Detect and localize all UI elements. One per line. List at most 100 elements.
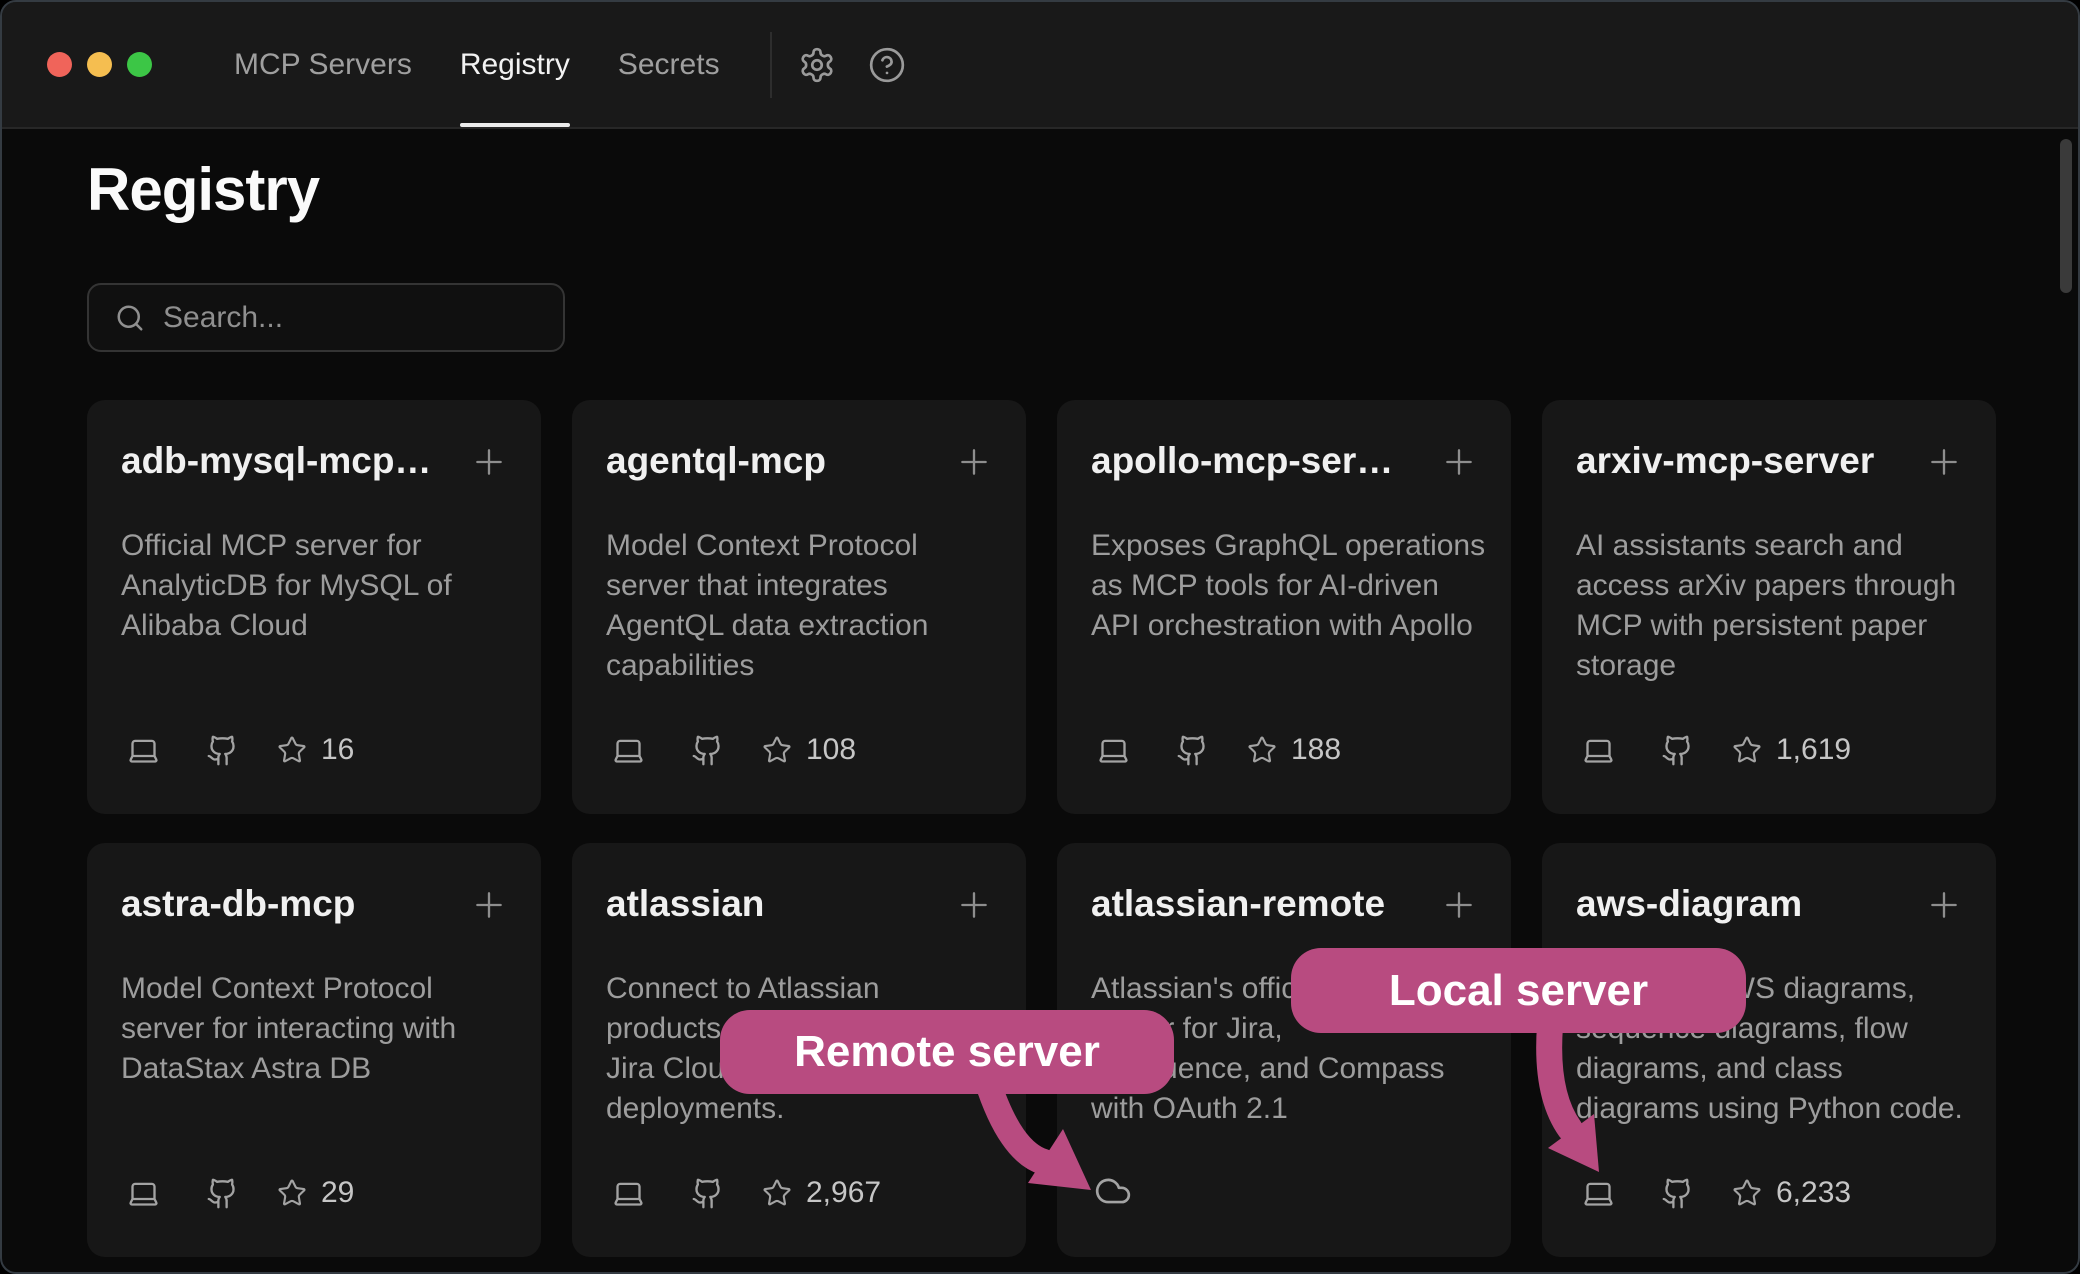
card-footer: 188 — [1097, 730, 1341, 770]
description-line: DataStax Astra DB — [121, 1049, 517, 1089]
description-line: access arXiv papers through — [1576, 566, 1972, 606]
add-server-button[interactable] — [469, 442, 509, 482]
description-line: Connect to Atlassian — [606, 969, 1002, 1009]
plus-icon — [1439, 885, 1479, 925]
description-line: capabilities — [606, 646, 1002, 686]
laptop-icon — [612, 1177, 645, 1210]
server-name: agentql-mcp — [606, 440, 931, 482]
server-card[interactable]: apollo-mcp-ser… Exposes GraphQL operatio… — [1057, 400, 1511, 814]
server-description: AI assistants search andaccess arXiv pap… — [1576, 526, 1972, 686]
plus-icon — [469, 885, 509, 925]
star-icon — [277, 1178, 307, 1208]
laptop-icon — [127, 1177, 160, 1210]
laptop-icon — [1582, 734, 1615, 767]
plus-icon — [954, 442, 994, 482]
tab-mcp-servers[interactable]: MCP Servers — [234, 2, 412, 127]
add-server-button[interactable] — [1439, 885, 1479, 925]
search-icon — [115, 303, 145, 333]
search-input[interactable] — [161, 300, 551, 336]
github-icon — [1661, 1177, 1694, 1210]
close-window-button[interactable] — [47, 52, 72, 77]
description-line: Model Context Protocol — [606, 526, 1002, 566]
star-count: 188 — [1291, 733, 1341, 767]
description-line: API orchestration with Apollo — [1091, 606, 1487, 646]
server-name: astra-db-mcp — [121, 883, 446, 925]
plus-icon — [1924, 885, 1964, 925]
add-server-button[interactable] — [954, 442, 994, 482]
card-footer: 108 — [612, 730, 856, 770]
tab-registry[interactable]: Registry — [460, 2, 570, 127]
description-line: AnalyticDB for MySQL of — [121, 566, 517, 606]
server-description: Model Context Protocolserver for interac… — [121, 969, 517, 1089]
topbar-divider — [770, 32, 772, 98]
add-server-button[interactable] — [1924, 442, 1964, 482]
cloud-icon — [1094, 1172, 1132, 1210]
card-footer — [1097, 1173, 1132, 1213]
description-line: diagrams, and class — [1576, 1049, 1972, 1089]
app-window: MCP Servers Registry Secrets Registry — [0, 0, 2080, 1274]
description-line: Model Context Protocol — [121, 969, 517, 1009]
server-name: aws-diagram — [1576, 883, 1901, 925]
description-line: as MCP tools for AI-driven — [1091, 566, 1487, 606]
card-footer: 2,967 — [612, 1173, 881, 1213]
description-line: server for interacting with — [121, 1009, 517, 1049]
help-button[interactable] — [868, 46, 906, 84]
star-icon — [1732, 735, 1762, 765]
server-card[interactable]: agentql-mcp Model Context Protocolserver… — [572, 400, 1026, 814]
server-description: Model Context Protocolserver that integr… — [606, 526, 1002, 686]
star-icon — [762, 1178, 792, 1208]
server-name: arxiv-mcp-server — [1576, 440, 1901, 482]
page-title: Registry — [87, 154, 319, 226]
add-server-button[interactable] — [469, 885, 509, 925]
server-name: atlassian — [606, 883, 931, 925]
title-bar: MCP Servers Registry Secrets — [2, 2, 2078, 129]
server-card[interactable]: astra-db-mcp Model Context Protocolserve… — [87, 843, 541, 1257]
add-server-button[interactable] — [1439, 442, 1479, 482]
card-footer: 16 — [127, 730, 354, 770]
server-name: atlassian-remote — [1091, 883, 1416, 925]
description-line: AgentQL data extraction — [606, 606, 1002, 646]
star-count: 108 — [806, 733, 856, 767]
description-line: with OAuth 2.1 — [1091, 1089, 1487, 1129]
server-card[interactable]: adb-mysql-mcp… Official MCP server forAn… — [87, 400, 541, 814]
server-card[interactable]: arxiv-mcp-server AI assistants search an… — [1542, 400, 1996, 814]
remote-server-callout: Remote server — [720, 1010, 1174, 1094]
server-description: Exposes GraphQL operationsas MCP tools f… — [1091, 526, 1487, 646]
plus-icon — [1439, 442, 1479, 482]
scrollbar-thumb[interactable] — [2060, 139, 2072, 293]
server-card[interactable]: aws-diagram Generate AWS diagrams,sequen… — [1542, 843, 1996, 1257]
card-footer: 6,233 — [1582, 1173, 1851, 1213]
settings-button[interactable] — [798, 46, 836, 84]
star-count: 6,233 — [1776, 1176, 1851, 1210]
search-box — [87, 283, 565, 352]
github-icon — [1661, 734, 1694, 767]
github-icon — [206, 734, 239, 767]
description-line: diagrams using Python code. — [1576, 1089, 1972, 1129]
description-line: Official MCP server for — [121, 526, 517, 566]
star-icon — [277, 735, 307, 765]
gear-icon — [798, 46, 836, 84]
description-line: server that integrates — [606, 566, 1002, 606]
minimize-window-button[interactable] — [87, 52, 112, 77]
description-line: storage — [1576, 646, 1972, 686]
local-server-callout: Local server — [1291, 948, 1746, 1033]
plus-icon — [1924, 442, 1964, 482]
github-icon — [691, 1177, 724, 1210]
server-description: Official MCP server forAnalyticDB for My… — [121, 526, 517, 646]
card-footer: 29 — [127, 1173, 354, 1213]
description-line: AI assistants search and — [1576, 526, 1972, 566]
registry-card-grid: adb-mysql-mcp… Official MCP server forAn… — [87, 400, 1996, 1257]
description-line: Exposes GraphQL operations — [1091, 526, 1487, 566]
add-server-button[interactable] — [954, 885, 994, 925]
plus-icon — [954, 885, 994, 925]
tab-secrets[interactable]: Secrets — [618, 2, 720, 127]
zoom-window-button[interactable] — [127, 52, 152, 77]
server-name: apollo-mcp-ser… — [1091, 440, 1416, 482]
github-icon — [206, 1177, 239, 1210]
laptop-icon — [1097, 734, 1130, 767]
github-icon — [691, 734, 724, 767]
server-name: adb-mysql-mcp… — [121, 440, 446, 482]
star-icon — [1732, 1178, 1762, 1208]
star-count: 1,619 — [1776, 733, 1851, 767]
add-server-button[interactable] — [1924, 885, 1964, 925]
